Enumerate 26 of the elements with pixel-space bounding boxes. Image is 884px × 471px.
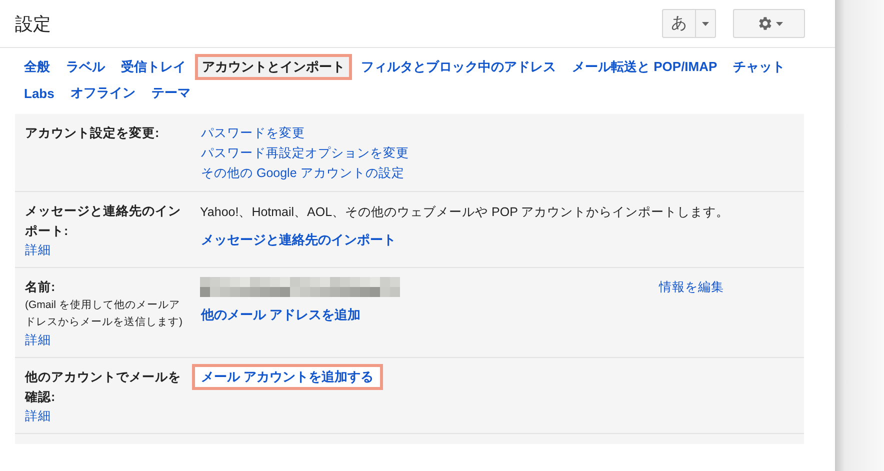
settings-tab[interactable]: テーマ [144,80,198,106]
setting-label: アカウント設定を変更: [25,125,160,142]
setting-link[interactable]: メール アカウントを追加する [192,364,383,390]
settings-button[interactable] [733,9,805,38]
settings-tab[interactable]: オフライン [63,80,142,106]
help-link[interactable]: 詳細 [25,407,200,425]
setting-label: 名前: [25,279,56,296]
setting-link[interactable]: 他のメール アドレスを追加 [192,302,370,328]
help-link[interactable]: 詳細 [25,331,200,349]
settings-tab[interactable]: メール転送と POP/IMAP [565,54,724,80]
caret-icon [776,22,782,26]
settings-tab[interactable]: アカウントとインポート [195,54,352,80]
setting-label: 他のアカウントでメールを確認: [25,369,182,406]
input-method-button[interactable]: あ [662,9,716,38]
settings-tab[interactable]: チャット [726,54,792,80]
settings-tab[interactable]: ラベル [59,54,112,80]
setting-note: (Gmail を使用して他のメールアドレスからメールを送信します) [25,298,184,330]
page-title: 設定 [15,12,51,36]
edit-info-link[interactable]: 情報を編集 [659,278,724,296]
settings-tab[interactable]: フィルタとブロック中のアドレス [354,54,563,80]
settings-tab[interactable]: 受信トレイ [114,54,193,80]
setting-label: メッセージと連絡先のインポート: [25,203,182,240]
settings-tab[interactable]: Labs [17,80,62,106]
settings-tab[interactable]: 全般 [17,54,57,80]
setting-description: Yahoo!、Hotmail、AOL、その他のウェブメールや POP アカウントからインポートします。 [200,204,730,221]
caret-icon [702,22,709,26]
